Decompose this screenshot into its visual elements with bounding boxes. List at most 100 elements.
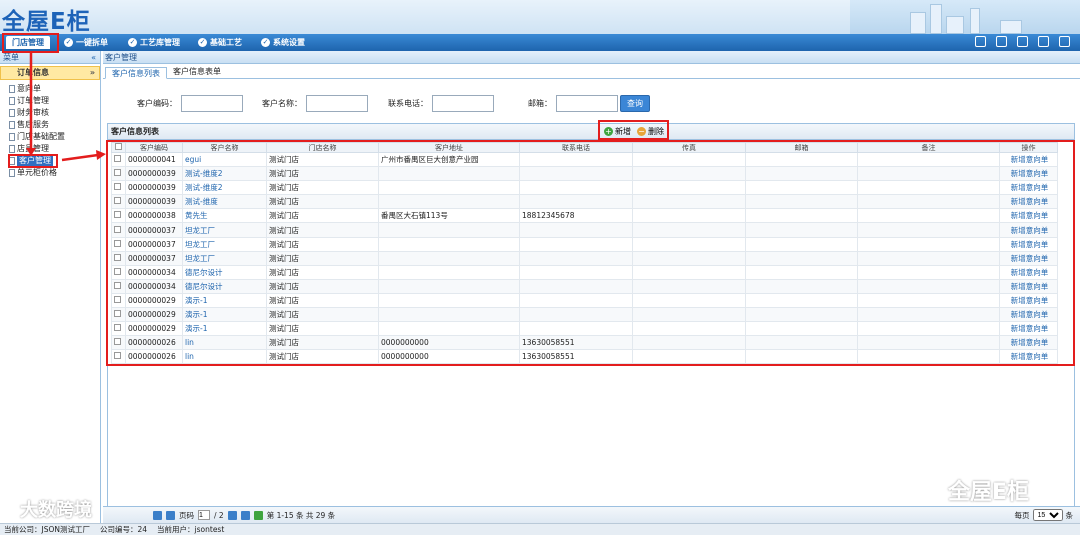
checkbox[interactable] <box>114 281 121 289</box>
checkbox[interactable] <box>114 295 121 303</box>
checkbox[interactable] <box>114 352 121 360</box>
add-intent-order-link[interactable]: 新增意向单 <box>999 349 1058 365</box>
sidebar-item-after-sales[interactable]: 售后服务 <box>9 119 100 131</box>
add-intent-order-link[interactable]: 新增意向单 <box>999 166 1058 182</box>
checkbox[interactable] <box>114 183 121 191</box>
tab-customer-form[interactable]: 客户信息表单 <box>167 66 227 78</box>
checkbox[interactable] <box>114 155 121 163</box>
customer-name-link[interactable]: 测试-维度2 <box>182 180 267 196</box>
home-icon[interactable] <box>975 36 986 47</box>
table-row[interactable]: 0000000026 lin 测试门店 0000000000 13630058551 新增… <box>111 335 1058 351</box>
sidebar-item-customer-management[interactable]: 客户管理 <box>9 155 100 167</box>
refresh-icon[interactable] <box>253 510 263 520</box>
checkbox[interactable] <box>114 310 121 318</box>
checkbox[interactable] <box>114 169 121 177</box>
checkbox[interactable] <box>114 239 121 247</box>
customer-code-input[interactable] <box>181 95 243 112</box>
checkbox[interactable] <box>114 324 121 332</box>
add-intent-order-link[interactable]: 新增意向单 <box>999 208 1058 224</box>
add-intent-order-link[interactable]: 新增意向单 <box>999 236 1058 252</box>
customer-name-link[interactable]: 德尼尔设计 <box>182 264 267 280</box>
add-intent-order-link[interactable]: 新增意向单 <box>999 264 1058 280</box>
table-row[interactable]: 0000000038 黄先生 测试门店 番禺区大石镇113号 18812345678 新增… <box>111 208 1058 224</box>
sidebar-item-staff-management[interactable]: 店员管理 <box>9 143 100 155</box>
customer-name-link[interactable]: 测试-维度 <box>182 194 267 210</box>
checkbox[interactable] <box>114 253 121 261</box>
table-row[interactable]: 0000000026 lin 测试门店 0000000000 13630058551 新增… <box>111 349 1058 365</box>
sidebar-item-store-config[interactable]: 门店基础配置 <box>9 131 100 143</box>
add-button[interactable]: + 新增 <box>604 126 631 137</box>
menu-basic-craft[interactable]: ✓ 基础工艺 <box>198 36 242 49</box>
gear-icon[interactable] <box>1038 36 1049 47</box>
sidebar-item-finance-audit[interactable]: 财务审核 <box>9 107 100 119</box>
add-intent-order-link[interactable]: 新增意向单 <box>999 180 1058 196</box>
customer-name-link[interactable]: lin <box>182 335 267 351</box>
menu-store-management[interactable]: 门店管理 <box>6 36 50 49</box>
menu-system-settings[interactable]: ✓ 系统设置 <box>261 36 305 49</box>
menu-craft-library[interactable]: ✓ 工艺库管理 <box>128 36 180 49</box>
table-row[interactable]: 0000000034 德尼尔设计 测试门店 新增意向单 <box>111 264 1058 280</box>
page-size-select[interactable]: 15 <box>1032 509 1063 521</box>
collapse-icon[interactable]: « <box>91 51 96 64</box>
checkbox[interactable] <box>114 338 121 346</box>
table-row[interactable]: 0000000029 演示-1 测试门店 新增意向单 <box>111 307 1058 323</box>
customer-name-link[interactable]: 德尼尔设计 <box>182 278 267 294</box>
menu-one-click-split[interactable]: ✓ 一键拆单 <box>64 36 108 49</box>
checkbox[interactable] <box>115 143 122 150</box>
add-intent-order-link[interactable]: 新增意向单 <box>999 278 1058 294</box>
grid-toolbar: + 新增 − 删除 <box>604 126 664 137</box>
customer-name-link[interactable]: 坦龙工厂 <box>182 236 267 252</box>
add-intent-order-link[interactable]: 新增意向单 <box>999 292 1058 309</box>
customer-name-link[interactable]: 测试-维度2 <box>182 166 267 182</box>
query-button[interactable]: 查询 <box>620 95 650 112</box>
next-page-icon[interactable] <box>227 510 237 520</box>
customer-name-input[interactable] <box>306 95 368 112</box>
checkbox[interactable] <box>114 267 121 275</box>
delete-button[interactable]: − 删除 <box>637 126 664 137</box>
customer-name-link[interactable]: 演示-1 <box>182 321 267 337</box>
add-intent-order-link[interactable]: 新增意向单 <box>999 250 1058 266</box>
checkbox[interactable] <box>114 197 121 205</box>
table-row[interactable]: 0000000039 测试-维度 测试门店 新增意向单 <box>111 194 1058 210</box>
table-row[interactable]: 0000000037 坦龙工厂 测试门店 新增意向单 <box>111 222 1058 238</box>
customer-name-link[interactable]: 坦龙工厂 <box>182 222 267 238</box>
page-number-input[interactable] <box>198 510 210 520</box>
phone-input[interactable] <box>432 95 494 112</box>
table-row[interactable]: 0000000041 egui 测试门店 广州市番禺区巨大创意产业园 新增意向单 <box>111 151 1058 168</box>
email-input[interactable] <box>556 95 618 112</box>
sidebar-item-unit-cabinet-price[interactable]: 单元柜价格 <box>9 167 100 179</box>
table-row[interactable]: 0000000037 坦龙工厂 测试门店 新增意向单 <box>111 250 1058 266</box>
last-page-icon[interactable] <box>240 510 250 520</box>
table-row[interactable]: 0000000034 德尼尔设计 测试门店 新增意向单 <box>111 278 1058 294</box>
table-row[interactable]: 0000000039 测试-维度2 测试门店 新增意向单 <box>111 166 1058 182</box>
add-intent-order-link[interactable]: 新增意向单 <box>999 151 1058 168</box>
checkbox[interactable] <box>114 211 121 219</box>
add-intent-order-link[interactable]: 新增意向单 <box>999 222 1058 238</box>
table-row[interactable]: 0000000039 测试-维度2 测试门店 新增意向单 <box>111 180 1058 196</box>
customer-name-link[interactable]: egui <box>182 151 267 168</box>
first-page-icon[interactable] <box>153 510 162 520</box>
header-select-all[interactable] <box>111 142 126 153</box>
add-intent-order-link[interactable]: 新增意向单 <box>999 321 1058 337</box>
add-intent-order-link[interactable]: 新增意向单 <box>999 194 1058 210</box>
add-intent-order-link[interactable]: 新增意向单 <box>999 335 1058 351</box>
lock-icon[interactable] <box>996 36 1007 47</box>
table-row[interactable]: 0000000029 演示-1 测试门店 新增意向单 <box>111 292 1058 309</box>
customer-name-link[interactable]: lin <box>182 349 267 365</box>
table-row[interactable]: 0000000029 演示-1 测试门店 新增意向单 <box>111 321 1058 337</box>
sidebar-category-order-info[interactable]: 订单信息» <box>0 66 100 80</box>
table-row[interactable]: 0000000037 坦龙工厂 测试门店 新增意向单 <box>111 236 1058 252</box>
tab-customer-list[interactable]: 客户信息列表 <box>105 67 167 79</box>
sidebar-item-order-management[interactable]: 订单管理 <box>9 95 100 107</box>
prev-page-icon[interactable] <box>166 510 175 520</box>
toggle-icon[interactable]: » <box>90 67 95 79</box>
customer-name-link[interactable]: 黄先生 <box>182 208 267 224</box>
customer-name-link[interactable]: 坦龙工厂 <box>182 250 267 266</box>
checkbox[interactable] <box>114 225 121 233</box>
customer-name-link[interactable]: 演示-1 <box>182 292 267 309</box>
sidebar-item-intent-order[interactable]: 意向单 <box>9 83 100 95</box>
add-intent-order-link[interactable]: 新增意向单 <box>999 307 1058 323</box>
user-icon[interactable] <box>1017 36 1028 47</box>
logout-icon[interactable] <box>1059 36 1070 47</box>
customer-name-link[interactable]: 演示-1 <box>182 307 267 323</box>
